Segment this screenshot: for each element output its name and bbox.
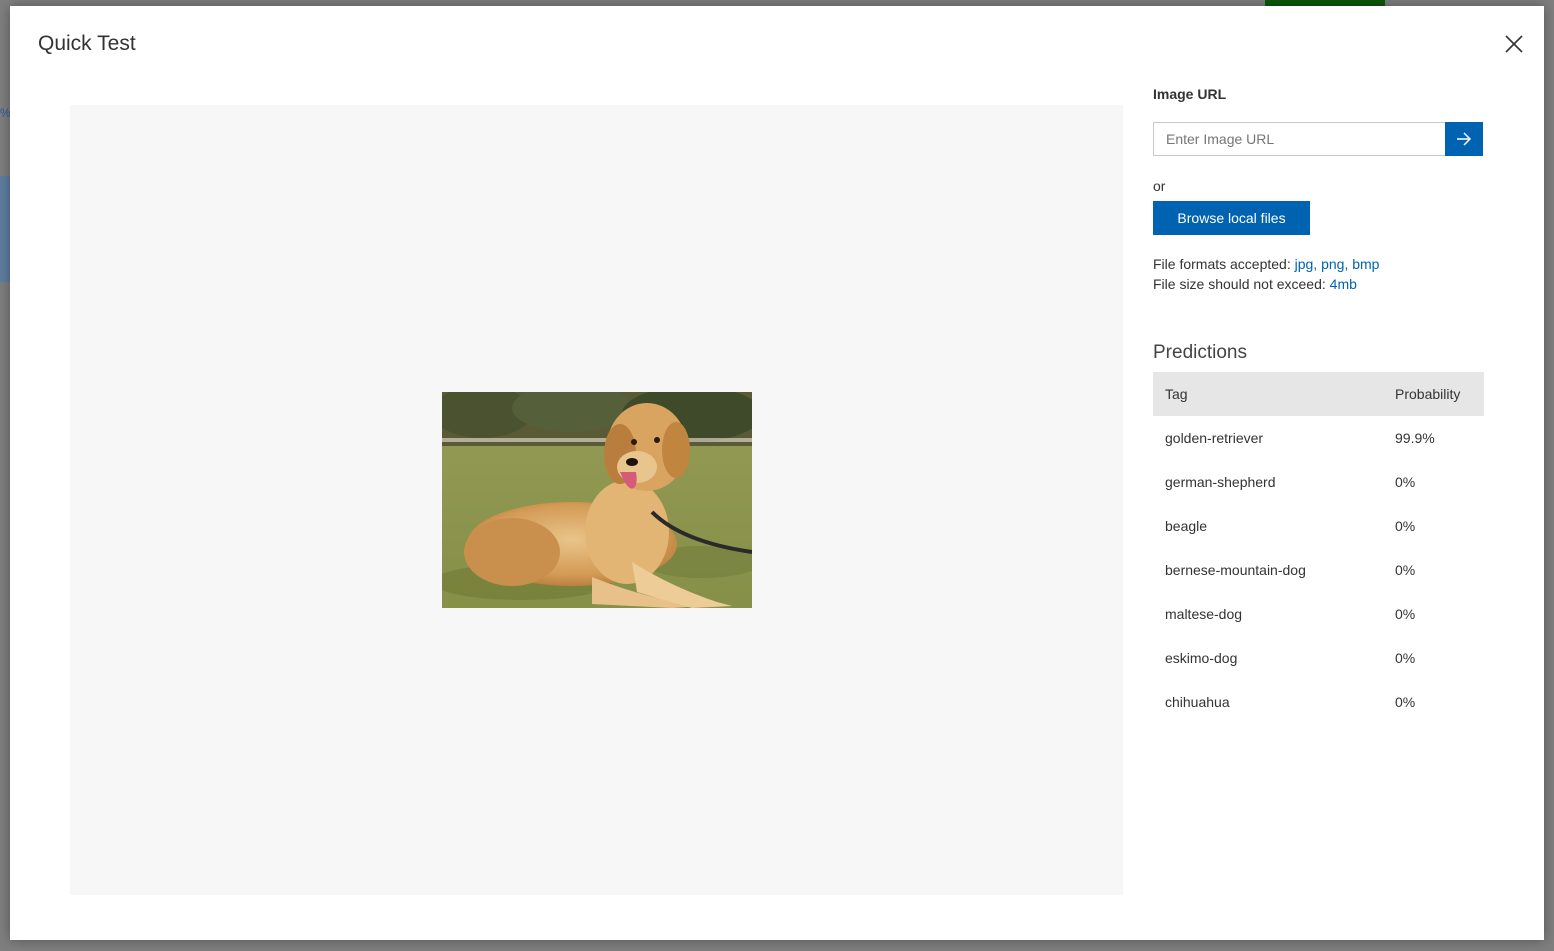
file-formats-label: File formats accepted: [1153, 256, 1295, 272]
close-button[interactable] [1502, 32, 1526, 56]
prediction-tag: bernese-mountain-dog [1165, 562, 1306, 578]
background-text: % [0, 106, 10, 120]
background-panel [0, 176, 10, 282]
prediction-probability: 0% [1395, 562, 1416, 578]
prediction-probability: 0% [1395, 474, 1416, 490]
file-formats-info: File formats accepted: jpg, png, bmp [1153, 256, 1379, 272]
preview-image [442, 392, 752, 608]
prediction-tag: golden-retriever [1165, 430, 1264, 446]
prediction-tag: beagle [1165, 518, 1208, 534]
table-row: german-shepherd 0% [1153, 460, 1484, 504]
table-row: beagle 0% [1153, 504, 1484, 548]
or-separator: or [1153, 178, 1166, 194]
submit-url-button[interactable] [1445, 122, 1483, 156]
predictions-header-row: Tag Probability [1153, 372, 1484, 416]
prediction-probability: 0% [1395, 518, 1416, 534]
browse-local-files-button[interactable]: Browse local files [1153, 201, 1310, 235]
table-row: maltese-dog 0% [1153, 592, 1484, 636]
prediction-probability: 99.9% [1395, 430, 1435, 446]
predictions-table: Tag Probability golden-retriever 99.9% g… [1153, 372, 1484, 724]
close-icon [1505, 35, 1523, 53]
prediction-tag: eskimo-dog [1165, 650, 1238, 666]
tag-column-header: Tag [1153, 372, 1383, 416]
predictions-title: Predictions [1153, 342, 1247, 363]
prediction-probability: 0% [1395, 606, 1416, 622]
prediction-probability: 0% [1395, 694, 1416, 710]
prediction-probability: 0% [1395, 650, 1416, 666]
file-formats-value: jpg, png, bmp [1294, 256, 1380, 272]
arrow-right-icon [1457, 132, 1472, 146]
image-url-input[interactable] [1153, 122, 1445, 156]
probability-column-header: Probability [1383, 372, 1484, 416]
image-url-label: Image URL [1153, 86, 1227, 102]
file-size-info: File size should not exceed: 4mb [1153, 276, 1357, 292]
prediction-tag: chihuahua [1165, 694, 1230, 710]
image-url-row [1153, 122, 1484, 156]
table-row: golden-retriever 99.9% [1153, 416, 1484, 460]
table-row: bernese-mountain-dog 0% [1153, 548, 1484, 592]
table-row: chihuahua 0% [1153, 680, 1484, 724]
table-row: eskimo-dog 0% [1153, 636, 1484, 680]
file-size-label: File size should not exceed: [1153, 276, 1330, 292]
prediction-tag: german-shepherd [1165, 474, 1276, 490]
file-size-value: 4mb [1329, 276, 1357, 292]
prediction-tag: maltese-dog [1165, 606, 1243, 622]
dialog-title: Quick Test [38, 32, 136, 55]
quick-test-dialog: Quick Test Image URL Enter Image URL or … [10, 6, 1544, 940]
image-preview-area [70, 105, 1123, 895]
